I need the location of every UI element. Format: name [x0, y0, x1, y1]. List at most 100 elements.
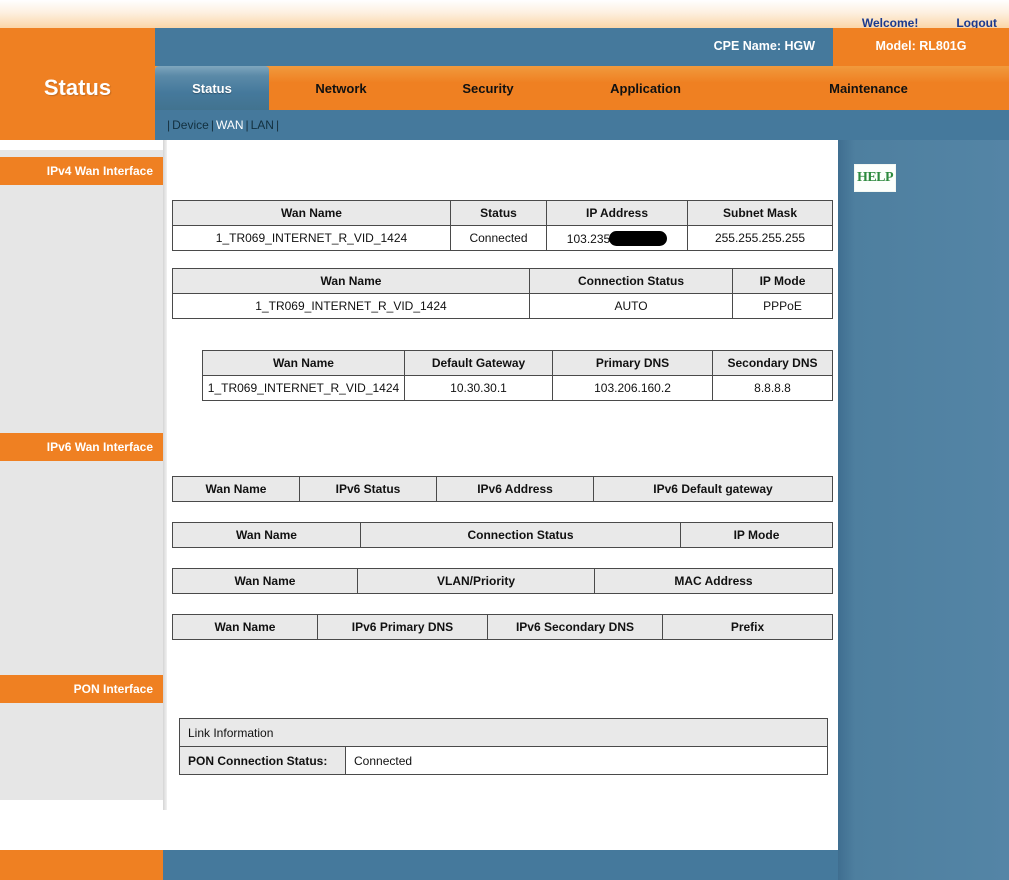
col-ipv6-address: IPv6 Address — [436, 476, 594, 502]
tab-security[interactable]: Security — [413, 66, 563, 110]
identity-row: CPE Name: HGW Model: RL801G — [0, 28, 1009, 66]
ipv4-dns-table: Wan Name Default Gateway Primary DNS Sec… — [202, 350, 833, 401]
col-primary-dns: Primary DNS — [552, 350, 713, 376]
page-body: IPv4 Wan Interface IPv6 Wan Interface PO… — [0, 140, 1009, 850]
col-mac-address: MAC Address — [594, 568, 833, 594]
col-ipv6-secondary-dns: IPv6 Secondary DNS — [487, 614, 663, 640]
page-title-text: Status — [43, 75, 112, 100]
col-ip-mode: IP Mode — [680, 522, 833, 548]
footer-bar — [163, 850, 838, 880]
cpe-name-bar: CPE Name: HGW — [155, 28, 833, 66]
tab-maintenance-label: Maintenance — [829, 80, 908, 96]
col-subnet-mask: Subnet Mask — [687, 200, 833, 226]
subnav-separator-2: | — [245, 118, 249, 132]
pon-connection-status-value: Connected — [344, 746, 829, 775]
col-wan-name: Wan Name — [172, 522, 361, 548]
col-ip-address: IP Address — [546, 200, 688, 226]
sidebar-section-ipv4-wan-interface: IPv4 Wan Interface — [0, 157, 163, 185]
tab-security-label: Security — [462, 80, 514, 96]
table-header-row: Wan Name IPv6 Status IPv6 Address IPv6 D… — [172, 476, 833, 502]
cell-subnet-mask: 255.255.255.255 — [687, 225, 833, 251]
tab-network[interactable]: Network — [269, 66, 413, 110]
model-bar: Model: RL801G — [833, 28, 1009, 66]
sidebar-bottom-spacer — [0, 800, 163, 850]
cell-primary-dns: 103.206.160.2 — [552, 375, 713, 401]
pon-link-information-table: Link Information PON Connection Status: … — [178, 718, 829, 775]
tab-status[interactable]: Status — [155, 66, 269, 110]
sidebar-section-pon-interface: PON Interface — [0, 675, 163, 703]
subnav-item-lan[interactable]: LAN — [251, 118, 274, 132]
navigation-row: Status Status Network Security Applicati… — [0, 66, 1009, 110]
table-row: Link Information — [178, 718, 829, 747]
table-row: 1_TR069_INTERNET_R_VID_1424 10.30.30.1 1… — [202, 375, 833, 401]
subnav-bar: | Device | WAN | LAN | — [155, 110, 1009, 140]
content-panel: Wan Name Status IP Address Subnet Mask 1… — [169, 140, 838, 850]
ipv4-status-table: Wan Name Status IP Address Subnet Mask 1… — [172, 200, 833, 251]
table-row: 1_TR069_INTERNET_R_VID_1424 Connected 10… — [172, 225, 833, 251]
subnav-item-device[interactable]: Device — [172, 118, 209, 132]
subnav-separator-1: | — [210, 118, 214, 132]
model-label: Model: RL801G — [875, 39, 967, 53]
col-ipv6-default-gateway: IPv6 Default gateway — [593, 476, 833, 502]
table-header-row: Wan Name IPv6 Primary DNS IPv6 Secondary… — [172, 614, 833, 640]
col-secondary-dns: Secondary DNS — [712, 350, 833, 376]
cell-ip-mode: PPPoE — [732, 293, 833, 319]
ipv6-vlan-mac-table: Wan Name VLAN/Priority MAC Address — [172, 568, 833, 594]
col-ipv6-status: IPv6 Status — [299, 476, 437, 502]
sidebar-section-ipv6-wan-interface: IPv6 Wan Interface — [0, 433, 163, 461]
col-default-gateway: Default Gateway — [404, 350, 553, 376]
col-wan-name: Wan Name — [172, 200, 451, 226]
sidebar-section-ipv4-label: IPv4 Wan Interface — [46, 164, 153, 178]
ipv6-connection-table: Wan Name Connection Status IP Mode — [172, 522, 833, 548]
footer-right-rail — [838, 850, 1009, 880]
col-wan-name: Wan Name — [172, 268, 530, 294]
col-ip-mode: IP Mode — [732, 268, 833, 294]
subnav-separator-0: | — [167, 118, 171, 132]
redaction-bar — [609, 230, 668, 246]
table-row: 1_TR069_INTERNET_R_VID_1424 AUTO PPPoE — [172, 293, 833, 319]
subnav-item-wan[interactable]: WAN — [216, 118, 244, 132]
cell-status: Connected — [450, 225, 547, 251]
help-button[interactable]: HELP — [854, 164, 896, 192]
col-connection-status: Connection Status — [529, 268, 733, 294]
table-row: PON Connection Status: Connected — [179, 746, 829, 775]
cell-ip-address-text: 103.235 — [566, 231, 611, 246]
ipv6-status-table: Wan Name IPv6 Status IPv6 Address IPv6 D… — [172, 476, 833, 502]
col-wan-name: Wan Name — [172, 476, 300, 502]
cell-wan-name: 1_TR069_INTERNET_R_VID_1424 — [172, 293, 530, 319]
help-label: HELP — [856, 170, 894, 185]
pon-connection-status-label: PON Connection Status: — [179, 746, 346, 775]
cell-wan-name: 1_TR069_INTERNET_R_VID_1424 — [202, 375, 405, 401]
sidebar-top-spacer — [0, 140, 163, 150]
table-header-row: Wan Name Connection Status IP Mode — [172, 268, 833, 294]
cell-secondary-dns: 8.8.8.8 — [712, 375, 833, 401]
identity-left-orange-block — [0, 28, 155, 66]
tab-application-label: Application — [610, 80, 681, 96]
col-prefix: Prefix — [662, 614, 833, 640]
cell-ip-address: 103.235 — [546, 225, 688, 251]
link-information-header: Link Information — [178, 718, 829, 747]
top-gradient-band — [0, 0, 1009, 28]
tab-maintenance[interactable]: Maintenance — [728, 66, 1009, 110]
table-header-row: Wan Name Status IP Address Subnet Mask — [172, 200, 833, 226]
right-rail: HELP — [838, 140, 1009, 850]
cell-connection-status: AUTO — [529, 293, 733, 319]
col-status: Status — [450, 200, 547, 226]
cpe-name-label: CPE Name: HGW — [713, 39, 815, 53]
subnav-separator-3: | — [275, 118, 280, 132]
subnav-left-orange-block — [0, 110, 155, 140]
ipv6-dns-prefix-table: Wan Name IPv6 Primary DNS IPv6 Secondary… — [172, 614, 833, 640]
sidebar-section-pon-label: PON Interface — [73, 682, 153, 696]
footer-spacer — [163, 810, 838, 850]
cell-default-gateway: 10.30.30.1 — [404, 375, 553, 401]
table-header-row: Wan Name Default Gateway Primary DNS Sec… — [202, 350, 833, 376]
col-ipv6-primary-dns: IPv6 Primary DNS — [317, 614, 488, 640]
sub-navigation-row: | Device | WAN | LAN | — [0, 110, 1009, 140]
main-tabs: Status Network Security Application Main… — [155, 66, 1009, 110]
tab-status-label: Status — [192, 80, 232, 96]
tab-application[interactable]: Application — [563, 66, 728, 110]
ipv4-connection-table: Wan Name Connection Status IP Mode 1_TR0… — [172, 268, 833, 319]
page-title: Status — [0, 66, 155, 110]
tab-network-label: Network — [315, 80, 367, 96]
col-connection-status: Connection Status — [360, 522, 681, 548]
